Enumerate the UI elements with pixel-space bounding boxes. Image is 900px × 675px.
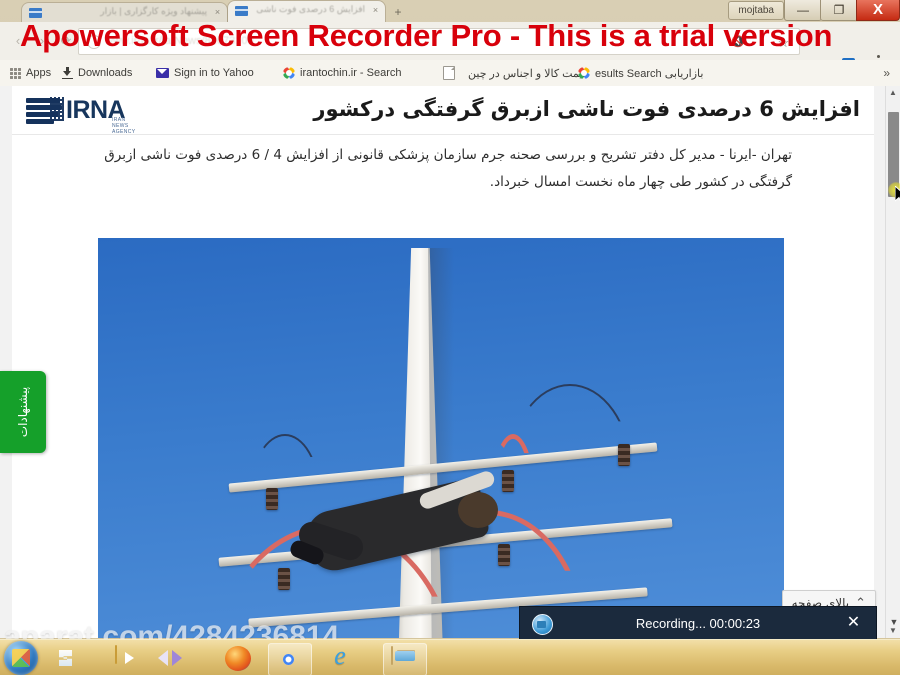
logo-hatch-icon — [50, 97, 64, 121]
article-photo — [98, 238, 784, 638]
bookmark-china-prices[interactable]: قیمت کالا و اجناس در چین — [468, 64, 588, 82]
tab-favicon — [29, 8, 42, 18]
irna-logo[interactable]: IRNA IRAN NEWS AGENCY — [26, 95, 135, 135]
article-lede: تهران -ایرنا - مدیر کل دفتر تشریح و بررس… — [104, 147, 792, 190]
bookmarks-overflow-icon[interactable]: » — [883, 66, 890, 80]
bookmark-downloads[interactable]: Downloads — [62, 64, 132, 82]
bookmark-label: Sign in to Yahoo — [174, 67, 254, 79]
screen: پیشنهاد ویژه کارگزاری | بازار × افزایش 6… — [0, 0, 900, 675]
mail-icon — [156, 68, 169, 78]
tab-title: افزایش 6 درصدی فوت ناشی — [256, 4, 365, 14]
site-header: IRNA IRAN NEWS AGENCY افزایش 6 درصدی فوت… — [12, 86, 874, 135]
suggestions-side-tab-label: پیشنهادات — [16, 386, 30, 438]
recording-status-bar[interactable]: Recording... 00:00:23 ✕ — [519, 606, 877, 641]
tab-favicon — [235, 6, 248, 16]
taskbar-item-chrome[interactable] — [268, 643, 312, 675]
taskbar: EN ▲ ✕ 11:51 AM 9/24/2017 — [0, 639, 900, 675]
bookmark-label: قیمت کالا و اجناس در چین — [468, 67, 588, 80]
taskbar-item-firefox[interactable] — [218, 643, 260, 674]
bookmark-label: بازاریابی esults Search — [595, 67, 704, 80]
taskbar-item-windows-media-player[interactable] — [108, 643, 150, 674]
photos-icon — [283, 67, 295, 79]
worker-head — [458, 492, 498, 528]
bookmark-label: Apps — [26, 67, 52, 79]
article-container: IRNA IRAN NEWS AGENCY افزایش 6 درصدی فوت… — [12, 86, 874, 638]
recording-bar-caret-icon[interactable]: ▼ — [886, 606, 900, 639]
recording-status-text: Recording... 00:00:23 — [635, 616, 761, 631]
start-button[interactable] — [4, 641, 38, 675]
browser-window: پیشنهاد ویژه کارگزاری | بازار × افزایش 6… — [0, 0, 900, 638]
firefox-icon — [225, 646, 251, 671]
media-player-icon — [115, 645, 117, 664]
scroll-up-arrow-icon[interactable]: ▲ — [886, 86, 900, 100]
bookmark-marketing-search[interactable]: بازاریابی esults Search — [578, 64, 703, 82]
bookmark-apps[interactable]: Apps — [10, 64, 51, 82]
stop-recording-close-icon[interactable]: ✕ — [845, 614, 862, 631]
photos-icon — [578, 67, 590, 79]
download-icon — [62, 67, 73, 79]
taskbar-item-internet-explorer[interactable] — [320, 643, 362, 674]
close-window-button[interactable]: X — [856, 0, 900, 21]
taskbar-item-windows-movie-maker[interactable] — [163, 643, 205, 674]
file-explorer-icon — [391, 646, 393, 665]
bookmarks-bar: Apps Downloads Sign in to Yahoo irantoch… — [0, 60, 900, 87]
bookmark-label: irantochin.ir - Search — [300, 67, 402, 79]
taskbar-item-skype[interactable] — [46, 643, 88, 674]
bookmark-yahoo[interactable]: Sign in to Yahoo — [156, 64, 254, 82]
page-viewport: IRNA IRAN NEWS AGENCY افزایش 6 درصدی فوت… — [0, 86, 886, 638]
bookmark-label: Downloads — [78, 67, 133, 79]
tab-close-icon[interactable]: × — [213, 8, 222, 17]
document-icon — [443, 66, 455, 80]
photo-worker — [288, 466, 528, 616]
apowersoft-trial-watermark: Apowersoft Screen Recorder Pro - This is… — [20, 18, 833, 53]
bookmark-doc[interactable] — [443, 64, 455, 82]
page-scrollbar[interactable]: ▲ ▼ — [885, 86, 900, 638]
logo-subtext: IRAN NEWS AGENCY — [112, 117, 136, 135]
suggestions-side-tab[interactable]: پیشنهادات — [0, 371, 46, 453]
page-title: افزایش 6 درصدی فوت ناشی ازبرق گرفتگی درک… — [313, 97, 860, 121]
tab-close-icon[interactable]: × — [371, 6, 380, 15]
taskbar-item-file-explorer[interactable] — [383, 643, 427, 675]
bookmark-irantochin[interactable]: irantochin.ir - Search — [283, 64, 402, 82]
grid-icon — [10, 67, 21, 79]
